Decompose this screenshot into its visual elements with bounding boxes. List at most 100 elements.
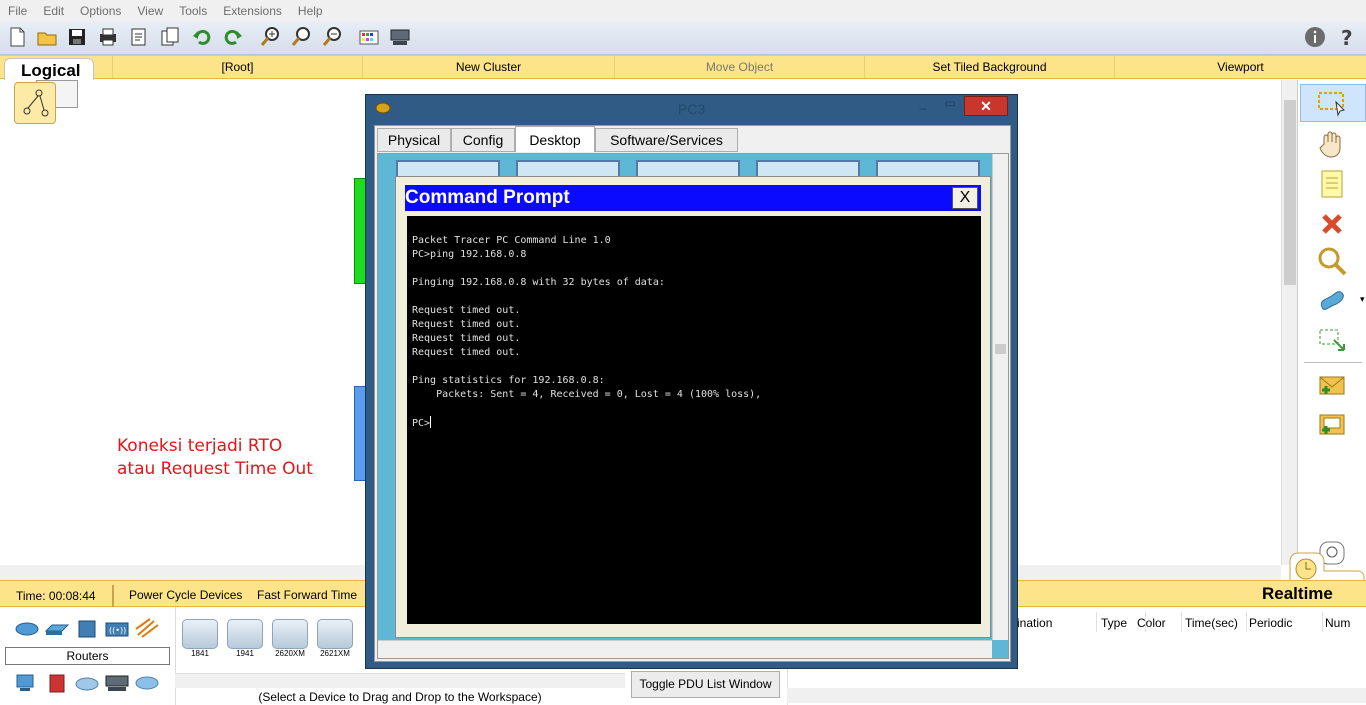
end-devices-icon[interactable] — [14, 673, 40, 693]
tab-software-services[interactable]: Software/Services — [595, 128, 738, 152]
multiuser-icon[interactable] — [134, 673, 160, 693]
desktop-vertical-scrollbar[interactable] — [992, 154, 1008, 640]
scroll-thumb[interactable] — [1284, 100, 1296, 285]
wireless-category-icon[interactable]: ((•)) — [104, 619, 130, 639]
maximize-button[interactable]: ▭ — [938, 96, 962, 114]
viewport-button[interactable]: Viewport — [1114, 56, 1366, 78]
desktop-area: Command Prompt X Packet Tracer PC Comman… — [377, 153, 1009, 659]
pdu-header-num[interactable]: Num — [1325, 612, 1365, 632]
toggle-pdu-list-button[interactable]: Toggle PDU List Window — [631, 671, 780, 698]
router-icon — [272, 619, 308, 649]
custom-made-devices-icon[interactable] — [104, 673, 130, 693]
activity-wizard-icon[interactable] — [128, 26, 152, 50]
copy-icon[interactable] — [159, 26, 183, 50]
set-tiled-background-button[interactable]: Set Tiled Background — [864, 56, 1114, 78]
toolbar: ? — [0, 21, 1366, 55]
new-file-icon[interactable] — [6, 26, 30, 50]
pc3-close-button[interactable]: ✕ — [964, 96, 1008, 116]
tool-divider — [1304, 362, 1362, 363]
command-prompt-window: Command Prompt X Packet Tracer PC Comman… — [395, 176, 991, 638]
help-icon[interactable]: ? — [1336, 26, 1360, 50]
resize-shape-icon[interactable] — [1316, 325, 1348, 357]
text-cursor — [430, 416, 432, 428]
select-icon[interactable] — [1316, 88, 1348, 120]
logical-tab[interactable]: Logical — [4, 58, 94, 80]
pc3-window: PC3 _ ▭ ✕ Physical Config Desktop Softwa… — [365, 94, 1018, 669]
zoom-in-icon[interactable] — [259, 26, 283, 50]
wan-emulation-icon[interactable] — [74, 673, 100, 693]
device-hint: (Select a Device to Drag and Drop to the… — [258, 690, 542, 704]
dropdown-arrow-icon[interactable]: ▾ — [1360, 294, 1365, 305]
custom-device-icon[interactable] — [389, 26, 413, 50]
palette-icon[interactable] — [358, 26, 382, 50]
command-prompt-title-bar: Command Prompt X — [405, 185, 981, 211]
tab-physical[interactable]: Physical — [377, 128, 451, 152]
terminal-prompt: PC> — [412, 418, 431, 429]
pdu-header-destination[interactable]: ination — [1017, 612, 1097, 632]
info-icon[interactable] — [1304, 26, 1328, 50]
redo-icon[interactable] — [222, 26, 246, 50]
delete-icon[interactable] — [1316, 208, 1348, 240]
print-icon[interactable] — [97, 26, 121, 50]
undo-icon[interactable] — [191, 26, 215, 50]
power-cycle-button[interactable]: Power Cycle Devices — [129, 588, 242, 602]
annotation-line-1: Koneksi terjadi RTO — [117, 436, 283, 456]
packet-tracer-icon — [375, 101, 391, 118]
note-icon[interactable] — [1316, 168, 1348, 200]
scroll-thumb[interactable] — [995, 344, 1006, 354]
annotation-line-2: atau Request Time Out — [117, 459, 313, 479]
add-simple-pdu-icon[interactable] — [1316, 370, 1348, 402]
menu-file[interactable]: File — [0, 4, 35, 18]
realtime-label: Realtime — [1262, 584, 1333, 603]
zoom-out-icon[interactable] — [321, 26, 345, 50]
inspect-icon[interactable] — [1316, 245, 1348, 277]
pc3-window-body: Physical Config Desktop Software/Service… — [374, 125, 1011, 662]
svg-text:?: ? — [1341, 26, 1353, 48]
hub-category-icon[interactable] — [74, 619, 100, 639]
fast-forward-button[interactable]: Fast Forward Time — [257, 588, 357, 602]
logical-view-icon[interactable] — [14, 82, 56, 124]
switch-category-icon[interactable] — [44, 619, 70, 639]
menu-edit[interactable]: Edit — [35, 4, 72, 18]
add-complex-pdu-icon[interactable] — [1316, 408, 1348, 440]
menu-view[interactable]: View — [129, 4, 171, 18]
menu-bar: File Edit Options View Tools Extensions … — [0, 0, 1366, 21]
right-tool-panel: ▾ — [1297, 80, 1366, 580]
pdu-header-time[interactable]: Time(sec) — [1185, 612, 1247, 632]
workspace-vertical-scrollbar[interactable] — [1281, 80, 1297, 565]
move-object-button[interactable]: Move Object — [614, 56, 864, 78]
router-icon — [227, 619, 263, 649]
menu-tools[interactable]: Tools — [171, 4, 215, 18]
desktop-horizontal-scrollbar[interactable] — [378, 640, 992, 658]
device-label: 2620XM — [275, 649, 305, 658]
connections-category-icon[interactable] — [134, 617, 160, 638]
menu-help[interactable]: Help — [290, 4, 331, 18]
command-terminal[interactable]: Packet Tracer PC Command Line 1.0 PC>pin… — [407, 216, 981, 624]
tab-desktop[interactable]: Desktop — [515, 126, 595, 152]
open-folder-icon[interactable] — [36, 26, 60, 50]
device-1941[interactable]: 1941 — [225, 619, 265, 665]
pdu-table-scrollbar[interactable] — [787, 688, 1366, 703]
root-button[interactable]: [Root] — [112, 56, 362, 78]
menu-extensions[interactable]: Extensions — [215, 4, 290, 18]
security-icon[interactable] — [44, 673, 70, 693]
hand-icon[interactable] — [1316, 128, 1348, 160]
device-1841[interactable]: 1841 — [180, 619, 220, 665]
zoom-reset-icon[interactable] — [290, 26, 314, 50]
logical-bar: Logical [Root] New Cluster Move Object S… — [0, 55, 1366, 80]
tab-config[interactable]: Config — [451, 128, 515, 152]
menu-options[interactable]: Options — [72, 4, 129, 18]
router-category-icon[interactable] — [14, 619, 40, 639]
save-icon[interactable] — [66, 26, 90, 50]
minimize-button[interactable]: _ — [911, 96, 935, 114]
new-cluster-button[interactable]: New Cluster — [362, 56, 614, 78]
pdu-header-color[interactable]: Color — [1137, 612, 1182, 632]
pdu-header-periodic[interactable]: Periodic — [1249, 612, 1323, 632]
command-prompt-close-button[interactable]: X — [952, 187, 978, 209]
device-2621xm[interactable]: 2621XM — [315, 619, 355, 665]
device-list-scrollbar[interactable] — [175, 673, 625, 688]
device-label: 2621XM — [320, 649, 350, 658]
device-2620xm[interactable]: 2620XM — [270, 619, 310, 665]
draw-shape-icon[interactable] — [1316, 285, 1348, 317]
device-category-label: Routers — [5, 647, 170, 665]
